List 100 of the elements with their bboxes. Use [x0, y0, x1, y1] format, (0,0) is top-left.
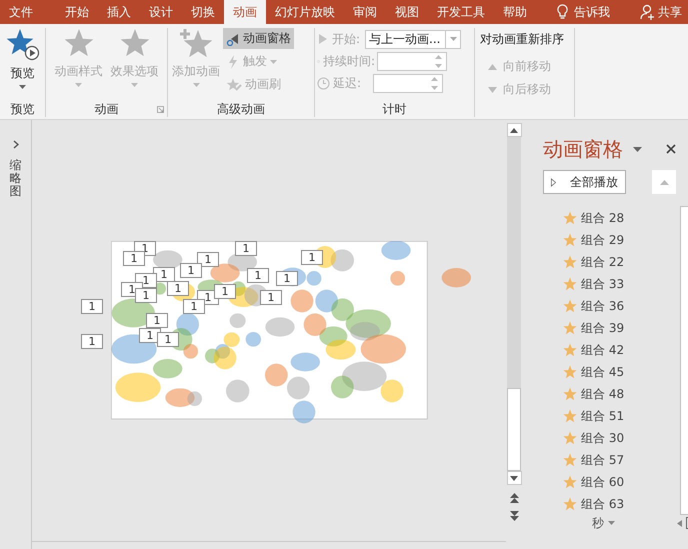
ribbon-tab[interactable]: 幻灯片放映 [266, 0, 344, 24]
animation-number-tag: 1 [81, 334, 103, 349]
animation-number-tag: 1 [235, 241, 257, 256]
group-label: 动画 [94, 101, 118, 118]
animation-list-item[interactable]: 组合 28 [543, 207, 680, 229]
timeline-scroll-left-icon[interactable] [677, 520, 682, 526]
star-icon [563, 233, 577, 247]
animation-number-tag: 1 [214, 284, 236, 299]
animation-list-item[interactable]: 组合 42 [543, 339, 680, 361]
pane-icon [226, 32, 240, 46]
triangle-down-icon [510, 476, 518, 480]
share-button[interactable]: 共享 [631, 0, 688, 24]
person-add-icon [640, 4, 656, 20]
animation-list-item[interactable]: 组合 48 [543, 383, 680, 405]
caret-icon [192, 83, 200, 87]
ribbon-tab[interactable]: 视图 [386, 0, 428, 24]
animation-number-tag: 1 [146, 313, 168, 328]
pane-title: 动画窗格 [543, 136, 623, 162]
animation-number-tag: 1 [183, 299, 205, 314]
field-label: 持续时间: [322, 52, 375, 70]
star-icon [563, 299, 577, 313]
next-slide-icon[interactable] [510, 511, 518, 521]
triangle-down-icon [488, 86, 497, 92]
play-all-button[interactable]: 全部播放 [543, 170, 626, 194]
ribbon-tab[interactable]: 切换 [182, 0, 224, 24]
pane-scrollbar[interactable] [680, 206, 688, 515]
field-label: 延迟: [333, 74, 362, 92]
play-icon [317, 33, 329, 45]
animation-number-tag: 1 [276, 271, 298, 286]
delay-spin-box[interactable] [373, 74, 443, 92]
scroll-thumb[interactable] [507, 388, 521, 471]
star-icon [563, 365, 577, 379]
star-icon [563, 321, 577, 335]
start-dropdown[interactable]: 与上一动画... [365, 30, 462, 48]
duration-spin-box[interactable] [377, 52, 447, 70]
triangle-up-icon [510, 128, 518, 132]
star-icon [563, 497, 577, 511]
lightning-icon [226, 54, 240, 68]
close-icon[interactable] [666, 144, 676, 154]
advanced-animation-button[interactable]: 动画窗格 [223, 28, 294, 49]
star-icon [563, 255, 577, 269]
caret-icon [131, 83, 138, 87]
group-label: 计时 [382, 101, 406, 118]
ribbon-tab[interactable]: 帮助 [494, 0, 536, 24]
animation-list-item[interactable]: 组合 45 [543, 361, 680, 383]
animation-number-tag: 1 [180, 263, 202, 278]
animation-list-item[interactable]: 组合 60 [543, 471, 680, 493]
animation-list-item[interactable]: 组合 36 [543, 295, 680, 317]
scroll-down-button[interactable] [506, 471, 522, 485]
ribbon-tab[interactable]: 审阅 [344, 0, 386, 24]
ribbon-tab[interactable]: 文件 [0, 0, 42, 24]
animation-number-tag: 1 [301, 250, 323, 265]
move-up-button[interactable] [652, 170, 676, 194]
preview-button[interactable]: 预览 [4, 28, 40, 101]
spin-arrows-icon [435, 54, 442, 68]
ribbon-tab[interactable]: 设计 [140, 0, 182, 24]
caret-icon [270, 60, 277, 64]
animation-list-item[interactable]: 组合 63 [543, 493, 680, 515]
animation-number-tag: 1 [197, 252, 219, 267]
animation-list-item[interactable]: 组合 51 [543, 405, 680, 427]
caret-icon [75, 83, 82, 87]
reorder-title: 对动画重新排序 [479, 31, 565, 48]
star-icon [563, 211, 577, 225]
ribbon-tab[interactable]: 开发工具 [428, 0, 494, 24]
animation-number-tag: 1 [260, 290, 282, 305]
pane-menu-caret-icon[interactable] [633, 146, 642, 152]
animation-list-item[interactable]: 组合 29 [543, 229, 680, 251]
star-icon [563, 343, 577, 357]
previous-slide-icon[interactable] [510, 493, 518, 503]
ribbon-tab[interactable]: 动画 [224, 0, 266, 24]
field-label: 开始: [332, 30, 360, 48]
ribbon-tab[interactable]: 开始 [56, 0, 98, 24]
lightbulb-icon [557, 4, 568, 20]
dialog-launcher-icon[interactable] [157, 106, 164, 113]
animation-list-item[interactable]: 组合 30 [543, 427, 680, 449]
thumbnails-label[interactable]: 缩略图 [10, 159, 22, 199]
triangle-up-icon [660, 180, 668, 184]
tell-me-button[interactable]: 告诉我 [548, 0, 619, 24]
scroll-up-button[interactable] [506, 123, 522, 137]
dropdown-caret-icon [450, 37, 457, 41]
chevron-right-icon[interactable] [12, 140, 18, 149]
triangle-up-icon [488, 64, 497, 70]
star-icon [563, 453, 577, 467]
animation-number-tag: 1 [123, 251, 145, 266]
star-play-icon [6, 28, 40, 62]
animation-list-item[interactable]: 组合 39 [543, 317, 680, 339]
star-icon [563, 431, 577, 445]
animation-number-tag: 1 [247, 268, 269, 283]
star-icon [563, 387, 577, 401]
group-label: 高级动画 [217, 101, 265, 118]
spin-arrows-icon [431, 76, 438, 90]
animation-number-tag: 1 [167, 281, 189, 296]
group-label: 预览 [10, 101, 34, 118]
animation-list-item[interactable]: 组合 22 [543, 251, 680, 273]
time-unit-button[interactable]: 秒 [592, 514, 615, 532]
caret-icon [19, 85, 26, 89]
animation-list-item[interactable]: 组合 33 [543, 273, 680, 295]
play-icon [551, 176, 556, 188]
ribbon-tab[interactable]: 插入 [98, 0, 140, 24]
animation-list-item[interactable]: 组合 57 [543, 449, 680, 471]
